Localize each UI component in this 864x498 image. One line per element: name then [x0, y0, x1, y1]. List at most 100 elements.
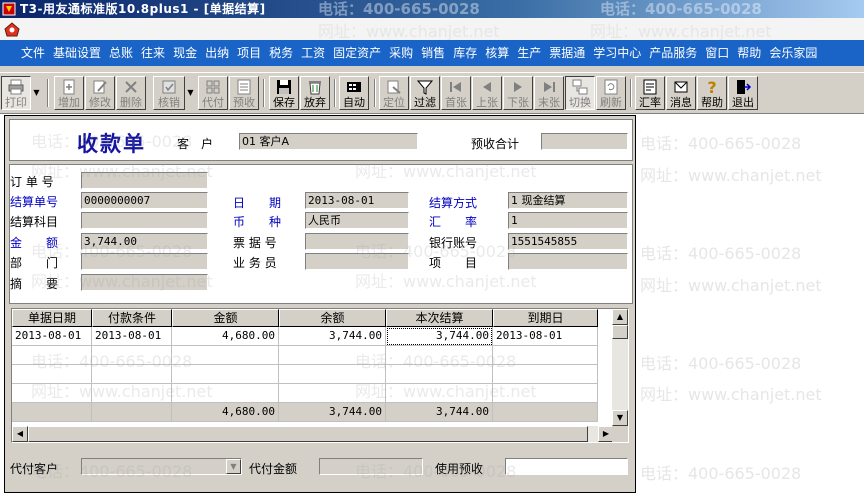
table-cell[interactable]: 3,744.00 [279, 327, 386, 346]
grid-column-header[interactable]: 余额 [279, 309, 386, 327]
menu-item-13[interactable]: 核算 [481, 40, 513, 66]
exchange-rate-field[interactable]: 1 [508, 212, 628, 229]
table-row[interactable]: 4,680.00 3,744.00 3,744.00 [12, 403, 598, 422]
amount-field[interactable]: 3,744.00 [81, 233, 208, 250]
help-button[interactable]: ? 帮助 [697, 76, 727, 110]
table-cell[interactable]: 2013-08-01 [12, 327, 92, 346]
abandon-button[interactable]: 放弃 [300, 76, 330, 110]
menu-item-4[interactable]: 现金 [169, 40, 201, 66]
scroll-up-button[interactable]: ▲ [612, 309, 628, 325]
table-cell[interactable] [172, 384, 279, 403]
rate-button[interactable]: 汇率 [635, 76, 665, 110]
table-cell[interactable] [172, 346, 279, 365]
table-cell[interactable] [386, 346, 493, 365]
table-cell[interactable] [92, 403, 172, 422]
menu-item-12[interactable]: 库存 [449, 40, 481, 66]
horizontal-scroll-thumb[interactable] [28, 426, 588, 442]
table-cell[interactable]: 3,744.00 [279, 403, 386, 422]
verify-button[interactable]: 核销 [153, 76, 185, 110]
agent-amount-field[interactable] [319, 458, 423, 475]
customer-field[interactable]: 01 客户A [239, 133, 418, 150]
prepay-button[interactable]: 预收 [229, 76, 259, 110]
date-field[interactable]: 2013-08-01 [305, 192, 409, 209]
table-cell[interactable] [172, 365, 279, 384]
grid-column-header[interactable]: 付款条件 [92, 309, 172, 327]
table-cell[interactable]: 4,680.00 [172, 403, 279, 422]
table-cell[interactable] [12, 346, 92, 365]
menu-item-18[interactable]: 窗口 [701, 40, 733, 66]
table-cell[interactable] [493, 384, 598, 403]
switch-button[interactable]: 切换 [565, 76, 595, 110]
application-icon[interactable] [3, 21, 21, 38]
table-cell[interactable] [386, 365, 493, 384]
table-row-empty[interactable] [12, 384, 598, 403]
table-cell[interactable] [493, 346, 598, 365]
menu-item-3[interactable]: 往来 [137, 40, 169, 66]
menu-item-0[interactable]: 文件 [17, 40, 49, 66]
table-cell[interactable] [92, 365, 172, 384]
menu-item-6[interactable]: 项目 [233, 40, 265, 66]
menu-item-17[interactable]: 产品服务 [645, 40, 701, 66]
summary-field[interactable] [81, 274, 208, 291]
menu-item-14[interactable]: 生产 [513, 40, 545, 66]
refresh-button[interactable]: 刷新 [596, 76, 626, 110]
exit-button[interactable]: 退出 [728, 76, 758, 110]
table-cell[interactable] [12, 384, 92, 403]
menu-item-1[interactable]: 基础设置 [49, 40, 105, 66]
print-dropdown[interactable]: ▼ [32, 76, 41, 110]
grid-column-header[interactable]: 金额 [172, 309, 279, 327]
table-cell[interactable] [493, 403, 598, 422]
grid-column-header[interactable]: 到期日 [493, 309, 598, 327]
table-cell[interactable] [12, 365, 92, 384]
scroll-left-button[interactable]: ◀ [12, 426, 28, 442]
agent-customer-field[interactable] [81, 458, 242, 475]
table-cell[interactable]: 4,680.00 [172, 327, 279, 346]
table-cell[interactable] [92, 384, 172, 403]
menu-item-20[interactable]: 会乐家园 [765, 40, 821, 66]
table-row-empty[interactable] [12, 365, 598, 384]
table-cell[interactable] [12, 403, 92, 422]
bank-account-field[interactable]: 1551545855 [508, 233, 628, 250]
table-cell[interactable]: 3,744.00 [386, 327, 493, 346]
menu-item-16[interactable]: 学习中心 [589, 40, 645, 66]
locate-button[interactable]: 定位 [379, 76, 409, 110]
currency-field[interactable]: 人民币 [305, 212, 409, 229]
table-cell[interactable]: 2013-08-01 [493, 327, 598, 346]
menu-item-9[interactable]: 固定资产 [329, 40, 385, 66]
menu-item-11[interactable]: 销售 [417, 40, 449, 66]
table-cell[interactable] [386, 384, 493, 403]
table-cell[interactable]: 2013-08-01 [92, 327, 172, 346]
prev-button[interactable]: 上张 [472, 76, 502, 110]
edit-button[interactable]: 修改 [85, 76, 115, 110]
horizontal-scrollbar[interactable]: ◀ ▶ [12, 426, 614, 442]
table-cell[interactable] [279, 384, 386, 403]
filter-button[interactable]: 过滤 [410, 76, 440, 110]
grid-column-header[interactable]: 单据日期 [12, 309, 92, 327]
menu-item-10[interactable]: 采购 [385, 40, 417, 66]
table-cell[interactable] [279, 346, 386, 365]
menu-item-8[interactable]: 工资 [297, 40, 329, 66]
table-row[interactable]: 2013-08-01 2013-08-01 4,680.00 3,744.00 3,74… [12, 327, 598, 346]
department-field[interactable] [81, 253, 208, 270]
agent-pay-button[interactable]: 代付 [198, 76, 228, 110]
table-cell[interactable] [493, 365, 598, 384]
agent-customer-dropdown[interactable]: ▼ [226, 459, 241, 474]
menu-item-19[interactable]: 帮助 [733, 40, 765, 66]
account-subject-field[interactable] [81, 212, 208, 229]
first-button[interactable]: 首张 [441, 76, 471, 110]
settle-no-field[interactable]: 0000000007 [81, 192, 208, 209]
table-cell[interactable]: 3,744.00 [386, 403, 493, 422]
print-button[interactable]: 打印 [1, 76, 31, 110]
add-button[interactable]: 增加 [54, 76, 84, 110]
settle-method-field[interactable]: 1 现金结算 [508, 192, 628, 209]
salesman-field[interactable] [305, 253, 409, 270]
menu-item-5[interactable]: 出纳 [201, 40, 233, 66]
project-field[interactable] [508, 253, 628, 270]
scroll-down-button[interactable]: ▼ [612, 410, 628, 426]
auto-button[interactable]: 自动 [339, 76, 369, 110]
vertical-scrollbar[interactable]: ▲ ▼ [612, 309, 628, 426]
grid-column-header[interactable]: 本次结算 [386, 309, 493, 327]
table-row-empty[interactable] [12, 346, 598, 365]
order-no-field[interactable] [81, 172, 208, 189]
save-button[interactable]: 保存 [269, 76, 299, 110]
